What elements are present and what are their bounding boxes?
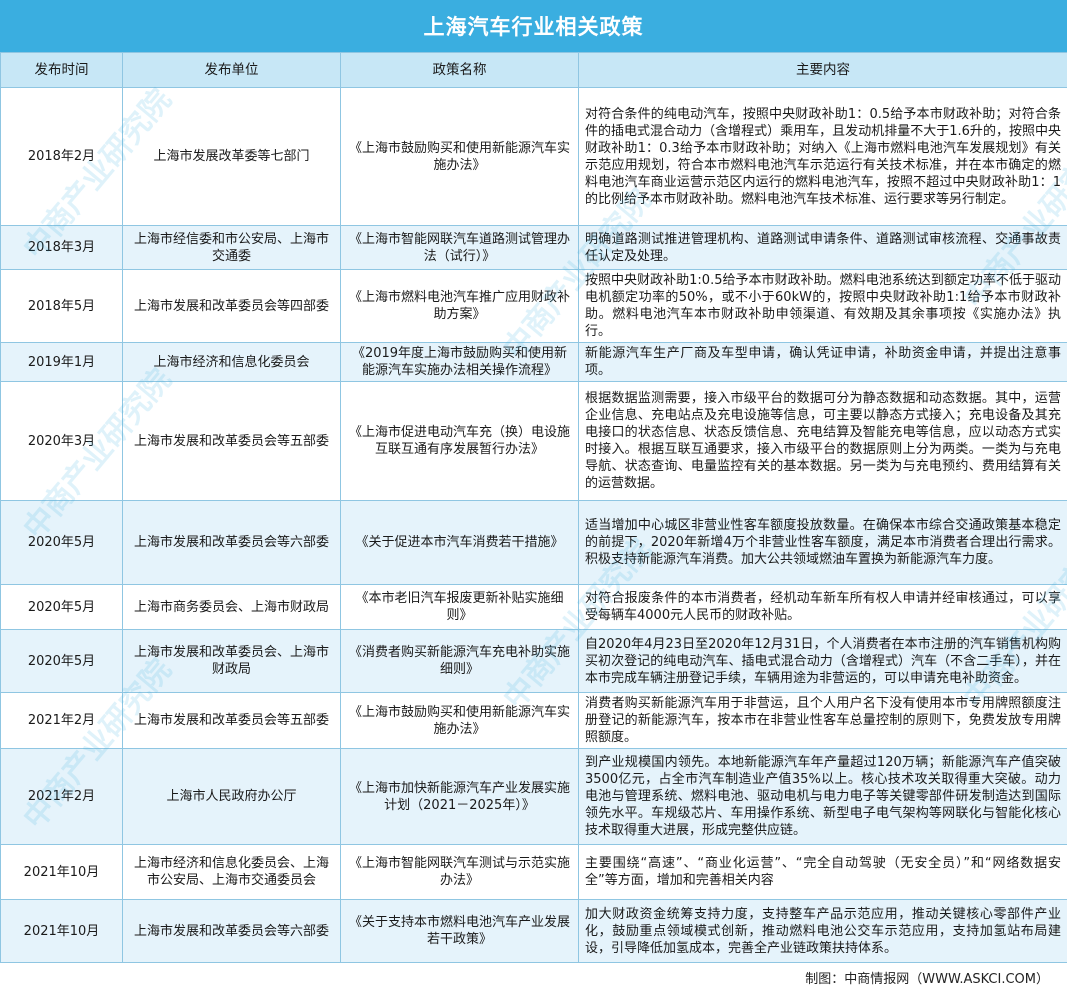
cell-org: 上海市经济和信息化委员会 (122, 342, 341, 382)
source-footer: 制图：中商情报网（WWW.ASKCI.COM） (0, 962, 1067, 992)
cell-org: 上海市发展和改革委员会等四部委 (122, 269, 341, 343)
cell-content: 按照中央财政补助1:0.5给予本市财政补助。燃料电池系统达到额定功率不低于驱动电… (578, 269, 1067, 343)
cell-policy-name: 《上海市智能网联汽车测试与示范实施办法》 (340, 844, 579, 900)
cell-policy-name: 《上海市加快新能源汽车产业发展实施计划（2021－2025年）》 (340, 748, 579, 845)
cell-date: 2021年10月 (0, 899, 123, 963)
cell-date: 2019年1月 (0, 342, 123, 382)
header-content: 主要内容 (578, 52, 1067, 88)
cell-policy-name: 《本市老旧汽车报废更新补贴实施细则》 (340, 584, 579, 630)
policy-table: 发布时间 发布单位 政策名称 主要内容 2018年2月 上海市发展改革委等七部门《… (0, 52, 1067, 963)
cell-content: 明确道路测试推进管理机构、道路测试申请条件、道路测试审核流程、交通事故责任认定及… (578, 225, 1067, 270)
cell-org: 上海市发展和改革委员会等五部委 (122, 692, 341, 749)
cell-policy-name: 《消费者购买新能源汽车充电补助实施细则》 (340, 629, 579, 693)
cell-content: 新能源汽车生产厂商及车型申请，确认凭证申请，补助资金申请，并提出注意事项。 (578, 342, 1067, 382)
cell-org: 上海市商务委员会、上海市财政局 (122, 584, 341, 630)
cell-org: 上海市发展和改革委员会等六部委 (122, 500, 341, 585)
cell-date: 2021年2月 (0, 748, 123, 845)
table-row: 2020年5月 上海市发展和改革委员会等六部委 《关于促进本市汽车消费若干措施》 适当… (0, 500, 1067, 585)
cell-policy-name: 《2019年度上海市鼓励购买和使用新能源汽车实施办法相关操作流程》 (340, 342, 579, 382)
table-row: 2020年5月 上海市商务委员会、上海市财政局 《本市老旧汽车报废更新补贴实施细则》… (0, 584, 1067, 630)
cell-date: 2018年5月 (0, 269, 123, 343)
cell-org: 上海市经济和信息化委员会、上海市公安局、上海市交通委员会 (122, 844, 341, 900)
header-name: 政策名称 (340, 52, 579, 88)
cell-policy-name: 《上海市智能网联汽车道路测试管理办法（试行）》 (340, 225, 579, 270)
table-row: 2018年3月 上海市经信委和市公安局、上海市交通委 《上海市智能网联汽车道路测试管… (0, 225, 1067, 270)
cell-date: 2021年10月 (0, 844, 123, 900)
cell-policy-name: 《上海市鼓励购买和使用新能源汽车实施办法》 (340, 87, 579, 226)
policy-table-page: 上海汽车行业相关政策 发布时间 发布单位 政策名称 主要内容 2018年2月 上海… (0, 0, 1067, 992)
table-header-row: 发布时间 发布单位 政策名称 主要内容 (0, 52, 1067, 88)
cell-org: 上海市人民政府办公厅 (122, 748, 341, 845)
cell-policy-name: 《上海市鼓励购买和使用新能源汽车实施办法》 (340, 692, 579, 749)
cell-org: 上海市发展和改革委员会、上海市财政局 (122, 629, 341, 693)
table-row: 2021年2月 上海市人民政府办公厅 《上海市加快新能源汽车产业发展实施计划（202… (0, 748, 1067, 845)
header-date: 发布时间 (0, 52, 123, 88)
cell-content: 对符合条件的纯电动汽车，按照中央财政补助1：0.5给予本市财政补助；对符合条件的… (578, 87, 1067, 226)
cell-policy-name: 《上海市促进电动汽车充（换）电设施互联互通有序发展暂行办法》 (340, 381, 579, 501)
cell-date: 2020年5月 (0, 584, 123, 630)
cell-date: 2020年5月 (0, 629, 123, 693)
table-row: 2021年10月 上海市经济和信息化委员会、上海市公安局、上海市交通委员会 《上海市… (0, 844, 1067, 900)
cell-policy-name: 《上海市燃料电池汽车推广应用财政补助方案》 (340, 269, 579, 343)
cell-policy-name: 《关于支持本市燃料电池汽车产业发展若干政策》 (340, 899, 579, 963)
table-row: 2020年3月 上海市发展和改革委员会等五部委 《上海市促进电动汽车充（换）电设施互… (0, 381, 1067, 501)
table-row: 2021年10月 上海市发展和改革委员会等六部委 《关于支持本市燃料电池汽车产业发展… (0, 899, 1067, 963)
cell-org: 上海市发展改革委等七部门 (122, 87, 341, 226)
cell-date: 2021年2月 (0, 692, 123, 749)
cell-content: 适当增加中心城区非营业性客车额度投放数量。在确保本市综合交通政策基本稳定的前提下… (578, 500, 1067, 585)
cell-content: 主要围绕“高速”、“商业化运营”、“完全自动驾驶（无安全员）”和“网络数据安全”… (578, 844, 1067, 900)
table-row: 2019年1月 上海市经济和信息化委员会 《2019年度上海市鼓励购买和使用新能源汽… (0, 342, 1067, 382)
cell-content: 消费者购买新能源汽车用于非营运，且个人用户名下没有使用本市专用牌照额度注册登记的… (578, 692, 1067, 749)
table-row: 2021年2月 上海市发展和改革委员会等五部委 《上海市鼓励购买和使用新能源汽车实施… (0, 692, 1067, 749)
cell-date: 2018年3月 (0, 225, 123, 270)
cell-date: 2018年2月 (0, 87, 123, 226)
cell-content: 根据数据监测需要，接入市级平台的数据可分为静态数据和动态数据。其中，运营企业信息… (578, 381, 1067, 501)
cell-content: 对符合报废条件的本市消费者，经机动车新车所有权人申请并经审核通过，可以享受每辆车… (578, 584, 1067, 630)
table-row: 2018年2月 上海市发展改革委等七部门 《上海市鼓励购买和使用新能源汽车实施办法》… (0, 87, 1067, 226)
cell-date: 2020年5月 (0, 500, 123, 585)
table-row: 2020年5月 上海市发展和改革委员会、上海市财政局 《消费者购买新能源汽车充电补助… (0, 629, 1067, 693)
cell-policy-name: 《关于促进本市汽车消费若干措施》 (340, 500, 579, 585)
cell-org: 上海市发展和改革委员会等六部委 (122, 899, 341, 963)
cell-content: 加大财政资金统筹支持力度，支持整车产品示范应用，推动关键核心零部件产业化，鼓励重… (578, 899, 1067, 963)
cell-content: 到产业规模国内领先。本地新能源汽车年产量超过120万辆；新能源汽车产值突破350… (578, 748, 1067, 845)
cell-date: 2020年3月 (0, 381, 123, 501)
cell-org: 上海市经信委和市公安局、上海市交通委 (122, 225, 341, 270)
page-title: 上海汽车行业相关政策 (0, 0, 1067, 52)
cell-content: 自2020年4月23日至2020年12月31日，个人消费者在本市注册的汽车销售机… (578, 629, 1067, 693)
table-row: 2018年5月 上海市发展和改革委员会等四部委 《上海市燃料电池汽车推广应用财政补助… (0, 269, 1067, 343)
header-org: 发布单位 (122, 52, 341, 88)
cell-org: 上海市发展和改革委员会等五部委 (122, 381, 341, 501)
